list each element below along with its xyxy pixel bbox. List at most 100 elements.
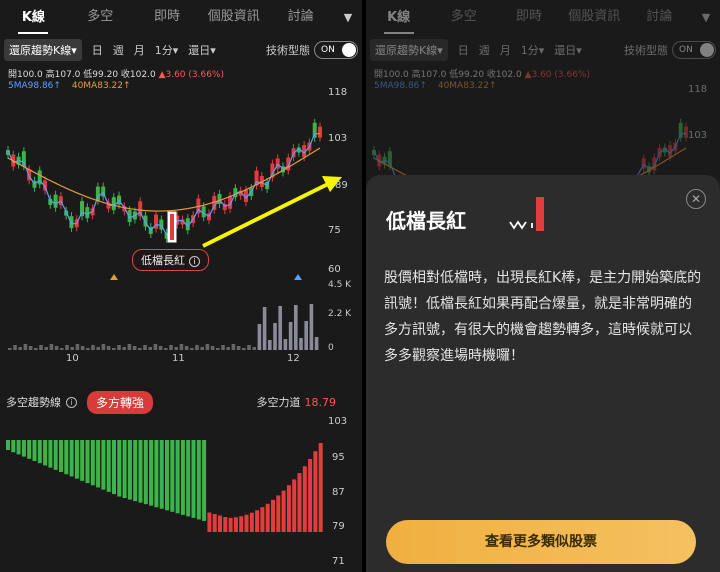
candle <box>85 207 90 219</box>
trend-bar <box>37 440 42 464</box>
volume-bar <box>65 345 69 350</box>
trend-bar <box>186 440 191 517</box>
volume-bar <box>44 347 48 350</box>
volume-bar <box>101 344 106 350</box>
trend-bar <box>313 451 318 532</box>
date-tick: 12 <box>287 353 300 364</box>
trend-bar <box>281 490 286 532</box>
date-tick: 11 <box>172 353 185 364</box>
price-tick: 103 <box>688 130 708 141</box>
volume-bar <box>169 345 173 350</box>
trend-bar <box>196 440 201 520</box>
trend-bar <box>302 466 307 532</box>
volume-bar <box>34 348 38 350</box>
trend-bar <box>133 440 138 502</box>
trend-tick: 103 <box>328 416 348 427</box>
volume-bar <box>96 347 100 350</box>
volume-tick: 0 <box>328 343 334 353</box>
volume-bar <box>91 345 95 350</box>
trend-bar <box>165 440 169 511</box>
volume-bar <box>257 324 262 350</box>
highlighted-candle-body <box>170 214 174 240</box>
info-icon: i <box>189 256 200 267</box>
volume-bar <box>179 344 184 350</box>
volume-bar <box>252 347 256 350</box>
trend-bar <box>74 440 79 479</box>
view-similar-stocks-button[interactable]: 查看更多類似股票 <box>386 520 696 564</box>
pattern-badge[interactable]: 低檔長紅 i <box>132 249 209 271</box>
volume-bar <box>143 345 147 350</box>
volume-bar <box>75 344 80 350</box>
trend-bar <box>90 440 95 486</box>
volume-bar <box>106 346 111 350</box>
sheet-description: 股價相對低檔時，出現長紅K棒，是主力開始築底的訊號！低檔長紅如果再配合爆量，就是… <box>384 270 702 364</box>
signal-marker <box>110 274 118 280</box>
trend-bar <box>218 515 222 532</box>
volume-bar <box>122 347 126 350</box>
price-tick: 118 <box>328 87 348 98</box>
volume-bar <box>18 347 22 350</box>
volume-bar <box>205 344 210 350</box>
trend-bar <box>202 440 207 521</box>
info-icon[interactable]: i <box>66 396 77 408</box>
candle <box>312 122 317 138</box>
volume-bar <box>294 305 298 350</box>
price-tick: 60 <box>328 264 341 275</box>
volume-bar <box>299 338 303 350</box>
trend-bar <box>21 440 26 457</box>
volume-bar <box>247 345 251 350</box>
trend-bar <box>112 440 116 495</box>
volume-bar <box>127 344 132 350</box>
trend-bar <box>233 517 238 532</box>
force-label: 多空力道 <box>256 396 301 409</box>
volume-bar <box>49 344 54 350</box>
force-readout: 多空力道 18.79 <box>257 394 337 410</box>
price-tick: 118 <box>688 84 708 95</box>
long-red-candle-icon <box>509 197 544 231</box>
trend-bar <box>16 440 21 455</box>
price-tick: 89 <box>335 180 348 191</box>
price-chart[interactable] <box>0 0 362 572</box>
trend-bar <box>127 440 132 500</box>
volume-bar <box>314 337 319 350</box>
volume-bar <box>262 307 267 350</box>
trend-header: 多空趨勢線 i 多方轉強 多空力道 18.79 <box>6 390 356 414</box>
price-chart-dimmed <box>372 118 688 175</box>
trend-badge: 多方轉強 <box>87 390 154 414</box>
candle <box>21 151 26 167</box>
trend-tick: 71 <box>332 556 345 567</box>
trend-bar <box>265 503 270 532</box>
trend-bar <box>297 473 302 532</box>
trend-bar <box>53 440 58 470</box>
sheet-title: 低檔長紅 <box>386 209 466 233</box>
pattern-badge-label: 低檔長紅 <box>141 254 185 267</box>
volume-bar <box>13 345 17 350</box>
trend-bar <box>207 512 212 532</box>
volume-bar <box>278 306 282 350</box>
trend-bar <box>271 499 275 532</box>
trend-bar <box>255 510 260 532</box>
trend-bar <box>260 507 265 532</box>
volume-bar <box>70 347 74 350</box>
volume-bar <box>210 346 215 350</box>
candle <box>678 122 683 138</box>
pattern-info-sheet: 低檔長紅 ✕ 股價相對低檔時，出現長紅K棒，是主力開始築底的訊號！低檔長紅如果再… <box>366 175 720 572</box>
date-tick: 10 <box>66 353 79 364</box>
trend-bar <box>69 440 74 477</box>
close-icon[interactable]: ✕ <box>686 189 706 209</box>
volume-bar <box>283 339 288 350</box>
volume-bar <box>174 347 178 350</box>
trend-bar <box>96 440 101 488</box>
volume-bar <box>138 348 142 350</box>
trend-bar <box>212 513 217 532</box>
volume-bar <box>221 345 225 350</box>
volume-bar <box>195 345 199 350</box>
trend-bar <box>48 440 53 468</box>
volume-bar <box>80 346 85 350</box>
trend-bar <box>117 440 122 497</box>
candle <box>111 197 116 211</box>
volume-bar <box>268 340 272 350</box>
trend-bar <box>292 479 297 532</box>
volume-bar <box>158 346 163 350</box>
volume-bar <box>164 348 168 350</box>
